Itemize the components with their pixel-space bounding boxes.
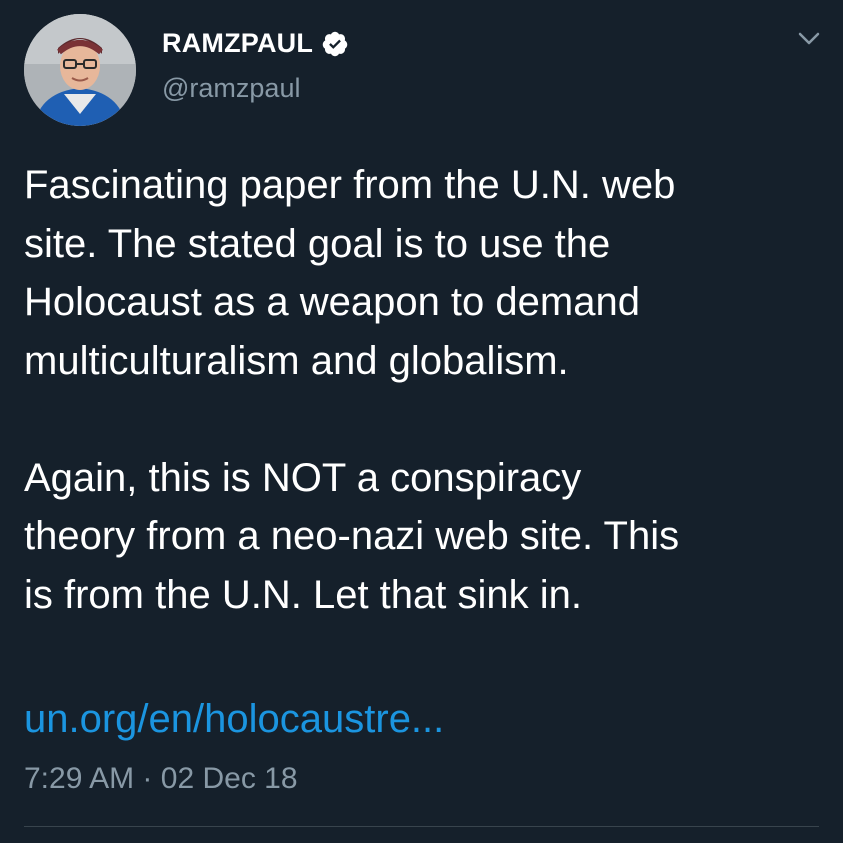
tweet-timestamp[interactable]: 7:29 AM · 02 Dec 18 <box>24 762 298 796</box>
tweet-paragraph-1: Fascinating paper from the U.N. web site… <box>24 163 676 383</box>
author-handle[interactable]: @ramzpaul <box>162 73 300 104</box>
divider <box>24 826 819 827</box>
tweet-time: 7:29 AM <box>24 762 135 795</box>
author-display-name[interactable]: RAMZPAUL <box>162 28 313 59</box>
author-name-row[interactable]: RAMZPAUL <box>162 28 349 59</box>
chevron-down-icon[interactable] <box>797 30 821 48</box>
tweet-text: Fascinating paper from the U.N. web site… <box>24 156 824 624</box>
tweet-paragraph-2: Again, this is NOT a conspiracy theory f… <box>24 455 680 617</box>
avatar-photo <box>24 14 136 126</box>
tweet-card: RAMZPAUL @ramzpaul Fascinating paper fro… <box>0 0 843 843</box>
verified-badge-icon <box>321 30 349 58</box>
tweet-link[interactable]: un.org/en/holocaustre... <box>24 690 444 748</box>
tweet-date: 02 Dec 18 <box>160 762 298 795</box>
meta-separator: · <box>142 762 153 795</box>
avatar[interactable] <box>24 14 136 126</box>
